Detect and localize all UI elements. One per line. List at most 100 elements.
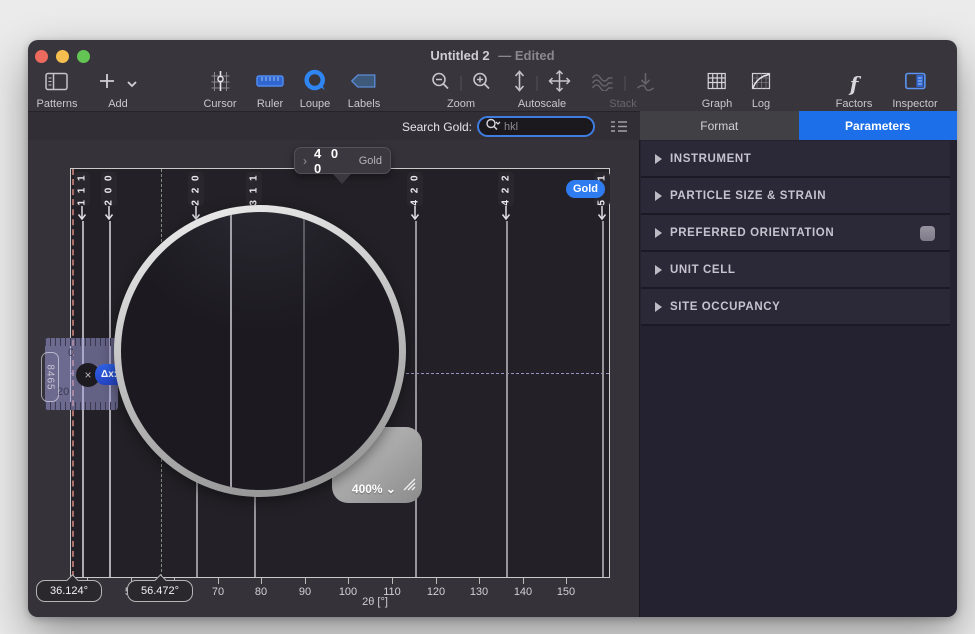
loupe-icon: [303, 69, 327, 98]
search-placeholder: hkl: [504, 121, 518, 133]
loupe-button[interactable]: Loupe: [300, 70, 331, 110]
window-title: Untitled 2 — Edited: [28, 48, 957, 63]
axis-tick: [523, 578, 524, 584]
zoom-out-icon[interactable]: [431, 71, 451, 96]
chevron-down-icon[interactable]: [126, 75, 138, 93]
autoscale-label: Autoscale: [518, 98, 566, 110]
axis-tick: [479, 578, 480, 584]
down-arrow-icon: [410, 206, 420, 226]
search-scope-label: Search Gold:: [402, 120, 472, 134]
tick-label: 140: [508, 586, 538, 598]
log-label: Log: [752, 98, 770, 110]
separator: [537, 76, 538, 91]
axis-tick: [218, 578, 219, 584]
stack-collapse-icon[interactable]: [636, 71, 656, 96]
tooltip-chevron[interactable]: ›: [303, 154, 307, 168]
loupe-magnifier[interactable]: [114, 205, 406, 497]
search-input[interactable]: hkl: [477, 116, 595, 137]
zoom-control: Zoom: [431, 70, 492, 110]
measurement-ruler[interactable]: 0 20 8465 × Δx: 2: [45, 338, 118, 410]
peak-line-511: [602, 221, 604, 577]
tab-parameters[interactable]: Parameters: [799, 111, 958, 140]
cursor-value-callout-right[interactable]: 56.472°: [127, 580, 193, 602]
autoscale-vertical-icon[interactable]: [513, 70, 527, 97]
legend-badge-gold[interactable]: Gold: [566, 180, 605, 198]
ruler-button[interactable]: Ruler: [256, 70, 284, 110]
inspector-tabs: Format Parameters: [640, 111, 957, 140]
section-site-occupancy[interactable]: SITE OCCUPANCY: [641, 289, 950, 326]
document-title: Untitled 2: [430, 48, 489, 63]
tick-label: 70: [203, 586, 233, 598]
separator: [625, 76, 626, 91]
search-icon: [485, 118, 501, 136]
disclosure-triangle-icon[interactable]: [655, 302, 662, 312]
loupe-view: [121, 212, 399, 490]
autoscale-move-icon[interactable]: [548, 69, 572, 98]
axis-tick: [392, 578, 393, 584]
peak-label-220[interactable]: 2 2 0: [188, 172, 204, 206]
peak-label-111[interactable]: 1 1 1: [74, 172, 90, 206]
inspector-label: Inspector: [892, 98, 937, 110]
plus-icon: [98, 72, 116, 95]
patterns-icon: [45, 72, 69, 96]
factors-button[interactable]: f Factors: [836, 70, 873, 110]
tick-label: 120: [421, 586, 451, 598]
tick-label: 130: [464, 586, 494, 598]
resize-grip-icon[interactable]: [401, 476, 416, 496]
separator: [461, 76, 462, 91]
labels-label: Labels: [348, 98, 380, 110]
ruler-value-tab[interactable]: 8465: [41, 352, 59, 402]
add-label: Add: [108, 98, 128, 110]
axis-tick: [348, 578, 349, 584]
peak-tooltip: › 4 0 0 Gold: [294, 147, 391, 174]
disclosure-triangle-icon[interactable]: [655, 191, 662, 201]
app-window: Untitled 2 — Edited Patterns Add Cursor: [28, 40, 957, 617]
section-instrument[interactable]: INSTRUMENT: [641, 141, 950, 178]
cursor-label: Cursor: [203, 98, 236, 110]
loupe-zoom-value[interactable]: 400% ⌄: [352, 482, 396, 496]
add-button[interactable]: Add: [98, 70, 138, 110]
down-arrow-icon: [597, 206, 607, 226]
zoom-in-icon[interactable]: [472, 71, 492, 96]
peak-label-422[interactable]: 4 2 2: [498, 172, 514, 206]
graph-label: Graph: [702, 98, 733, 110]
ruler-icon: [256, 74, 284, 93]
tooltip-hkl: 4 0 0: [314, 146, 352, 176]
inspector-button[interactable]: Inspector: [892, 70, 937, 110]
search-row: Search Gold: hkl: [28, 111, 640, 140]
parameters-panel: INSTRUMENT PARTICLE SIZE & STRAIN PREFER…: [640, 140, 957, 617]
peak-label-311[interactable]: 3 1 1: [246, 172, 262, 206]
patterns-label: Patterns: [37, 98, 78, 110]
section-preferred-orientation[interactable]: PREFERRED ORIENTATION: [641, 215, 950, 252]
inspector-panel-icon: [904, 72, 926, 95]
log-button[interactable]: Log: [751, 70, 771, 110]
log-scale-icon: [751, 72, 771, 95]
search-results-list-icon[interactable]: [610, 120, 628, 138]
stack-waves-icon[interactable]: [591, 71, 615, 96]
ruler-ticks: [45, 402, 118, 410]
disclosure-triangle-icon[interactable]: [655, 154, 662, 164]
axis-tick: [436, 578, 437, 584]
ruler-ticks: [45, 338, 118, 346]
preferred-orientation-checkbox[interactable]: [920, 226, 935, 241]
zoom-label: Zoom: [447, 98, 475, 110]
stack-control: Stack: [591, 70, 656, 110]
section-unit-cell[interactable]: UNIT CELL: [641, 252, 950, 289]
patterns-button[interactable]: Patterns: [37, 70, 78, 110]
factors-f-icon: f: [850, 74, 859, 94]
disclosure-triangle-icon[interactable]: [655, 228, 662, 238]
peak-label-200[interactable]: 2 0 0: [101, 172, 117, 206]
cursor-button[interactable]: Cursor: [203, 70, 236, 110]
labels-button[interactable]: Labels: [348, 70, 380, 110]
x-axis-title: 2θ [°]: [325, 596, 425, 608]
section-particle-size-strain[interactable]: PARTICLE SIZE & STRAIN: [641, 178, 950, 215]
disclosure-triangle-icon[interactable]: [655, 265, 662, 275]
peak-label-420[interactable]: 4 2 0: [407, 172, 423, 206]
ruler-zero-label: 0: [68, 347, 74, 359]
graph-button[interactable]: Graph: [702, 70, 733, 110]
graph-grid-icon: [707, 72, 727, 95]
labels-tag-icon: [351, 73, 377, 94]
cursor-value-callout-left[interactable]: 36.124°: [36, 580, 102, 602]
document-status: — Edited: [498, 48, 554, 63]
tab-format[interactable]: Format: [640, 111, 799, 140]
